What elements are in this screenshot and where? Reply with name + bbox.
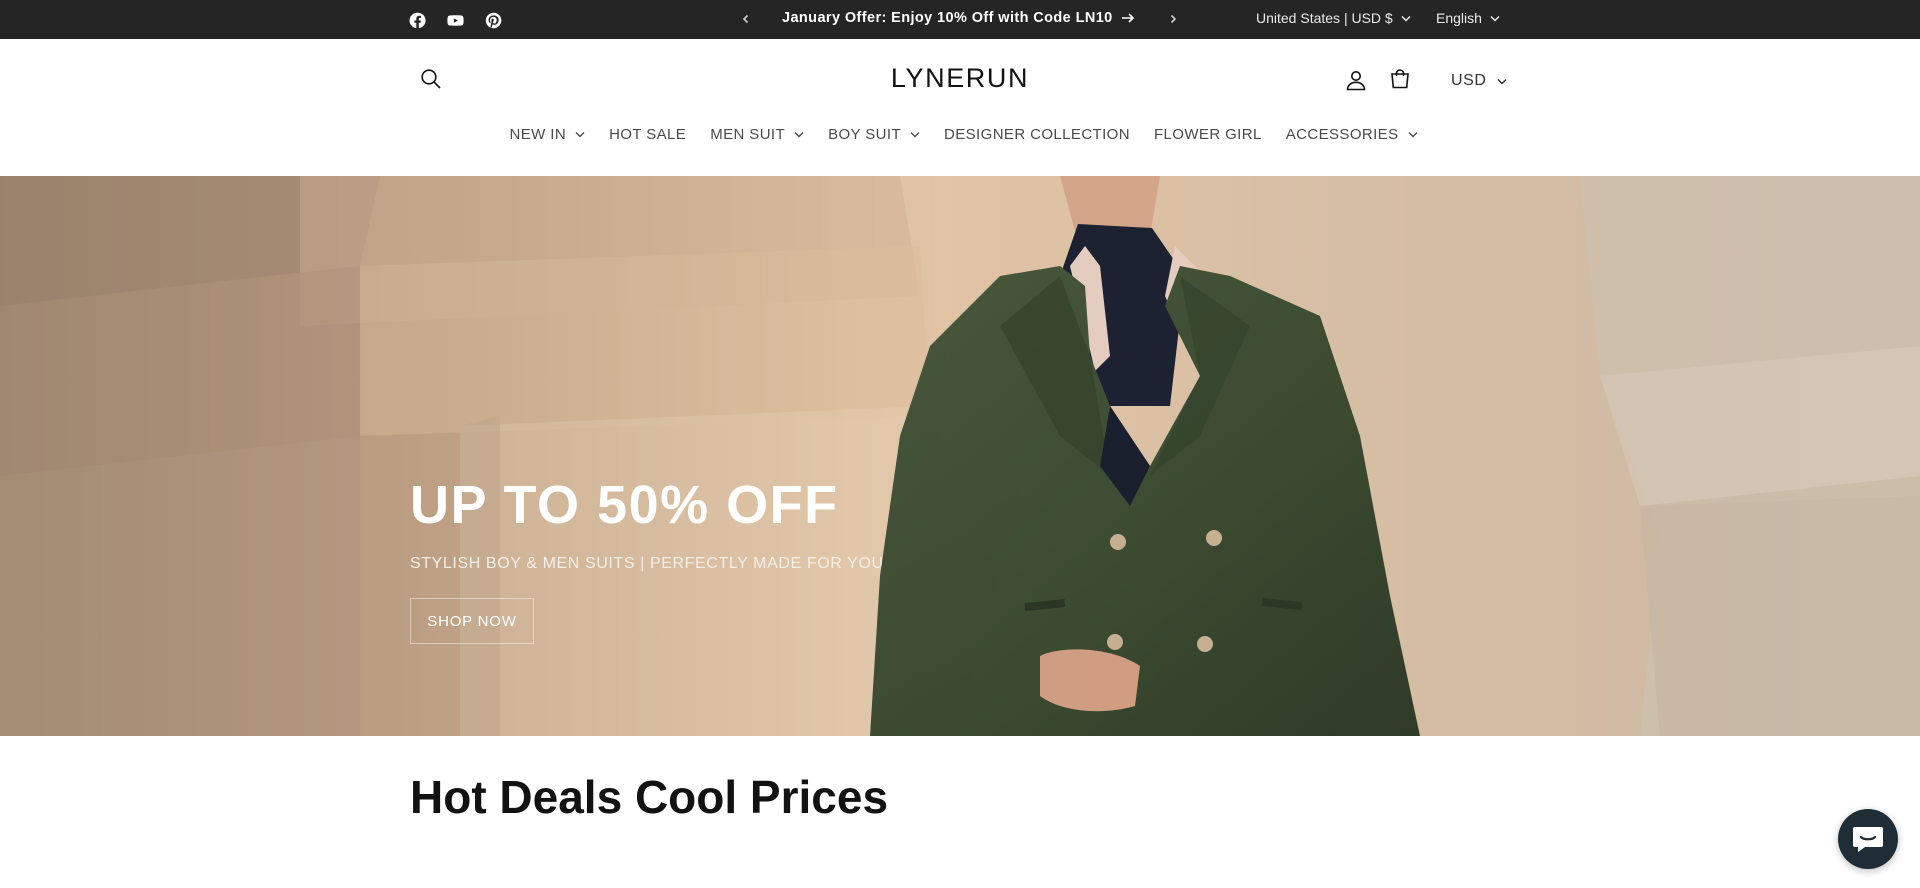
nav-item-men-suit[interactable]: MEN SUIT	[698, 125, 816, 143]
country-selector[interactable]: United States | USD $	[1256, 10, 1411, 26]
chevron-down-icon	[1408, 131, 1417, 137]
chat-icon	[1853, 827, 1883, 852]
nav-item-label: MEN SUIT	[710, 125, 786, 143]
country-label: United States | USD $	[1256, 10, 1393, 26]
hero-title: UP TO 50% OFF	[410, 475, 839, 535]
search-icon[interactable]	[417, 65, 445, 93]
announcement-text: January Offer: Enjoy 10% Off with Code L…	[782, 10, 1113, 26]
main-navigation: NEW IN HOT SALE MEN SUIT BOY SUIT DESIGN…	[0, 125, 1920, 143]
chevron-down-icon	[1401, 15, 1411, 22]
announcement-bar: January Offer: Enjoy 10% Off with Code L…	[0, 0, 1920, 39]
nav-item-accessories[interactable]: ACCESSORIES	[1274, 125, 1430, 143]
pinterest-icon[interactable]	[483, 10, 503, 30]
chevron-down-icon	[794, 131, 804, 137]
account-icon[interactable]	[1342, 66, 1370, 94]
nav-item-flower-girl[interactable]: FLOWER GIRL	[1142, 125, 1274, 143]
youtube-icon[interactable]	[445, 10, 465, 30]
nav-item-label: HOT SALE	[609, 125, 687, 143]
store-logo[interactable]: LYNERUN	[891, 63, 1029, 93]
shop-now-button[interactable]: SHOP NOW	[410, 598, 534, 644]
section-title: Hot Deals Cool Prices	[410, 771, 889, 823]
cart-icon[interactable]	[1386, 65, 1414, 93]
nav-item-new-in[interactable]: NEW IN	[497, 125, 597, 143]
nav-item-hot-sale[interactable]: HOT SALE	[597, 125, 698, 143]
nav-item-label: FLOWER GIRL	[1153, 125, 1262, 143]
language-label: English	[1436, 10, 1482, 26]
announcement-link[interactable]: January Offer: Enjoy 10% Off with Code L…	[782, 10, 1135, 26]
currency-selector[interactable]: USD	[1451, 72, 1507, 90]
hero-subtitle: STYLISH BOY & MEN SUITS | PERFECTLY MADE…	[410, 555, 884, 572]
hero-banner: UP TO 50% OFF STYLISH BOY & MEN SUITS | …	[0, 176, 1920, 736]
next-announcement-button[interactable]	[1163, 9, 1183, 29]
previous-announcement-button[interactable]	[736, 9, 756, 29]
chevron-down-icon	[575, 131, 585, 137]
hero-image	[0, 176, 1920, 736]
nav-item-label: BOY SUIT	[828, 125, 902, 143]
chevron-down-icon	[1490, 15, 1500, 22]
nav-item-label: ACCESSORIES	[1285, 125, 1399, 143]
chevron-down-icon	[1497, 78, 1507, 85]
chevron-down-icon	[910, 131, 920, 137]
facebook-icon[interactable]	[407, 10, 427, 30]
currency-label: USD	[1451, 72, 1487, 89]
nav-item-boy-suit[interactable]: BOY SUIT	[816, 125, 932, 143]
nav-item-label: NEW IN	[509, 125, 567, 143]
site-header: LYNERUN USD NEW IN HOT SALE MEN SUIT BOY…	[0, 39, 1920, 176]
arrow-right-icon	[1121, 13, 1134, 23]
chat-button[interactable]	[1838, 809, 1898, 869]
language-selector[interactable]: English	[1436, 10, 1500, 26]
nav-item-designer-collection[interactable]: DESIGNER COLLECTION	[932, 125, 1142, 143]
nav-item-label: DESIGNER COLLECTION	[944, 125, 1130, 143]
